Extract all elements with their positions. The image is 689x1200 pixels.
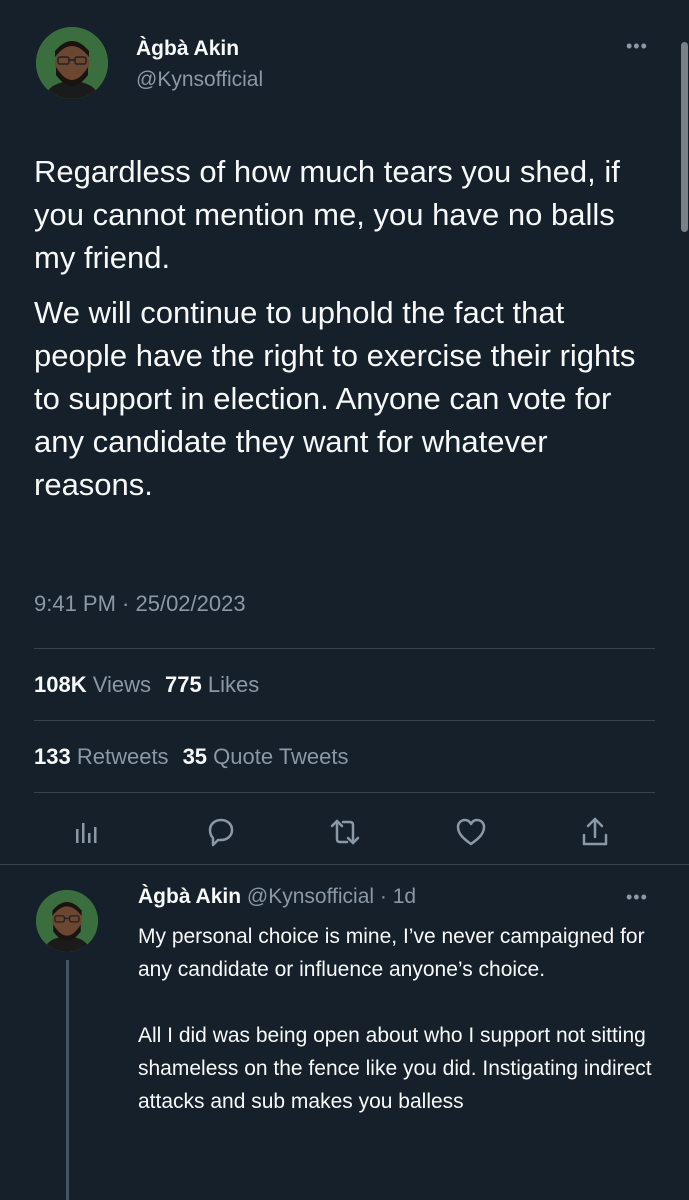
likes-count: 775 <box>165 672 202 697</box>
share-icon[interactable] <box>578 815 612 849</box>
reply-avatar[interactable] <box>36 890 98 952</box>
retweets-stat[interactable]: 133 Retweets <box>34 744 169 769</box>
likes-stat[interactable]: 775 Likes <box>165 672 259 697</box>
retweets-count: 133 <box>34 744 71 769</box>
retweets-label: Retweets <box>76 744 169 769</box>
views-count: 108K <box>34 672 87 697</box>
more-options-icon[interactable]: ••• <box>626 36 648 57</box>
reply-icon[interactable] <box>204 815 238 849</box>
tweet-paragraph: Regardless of how much tears you shed, i… <box>34 154 620 275</box>
quotes-label: Quote Tweets <box>213 744 349 769</box>
reply-age[interactable]: 1d <box>393 885 416 908</box>
tweet-timestamp[interactable]: 9:41 PM · 25/02/2023 <box>34 591 246 617</box>
reply-header: Àgbà Akin @Kynsofficial · 1d <box>138 885 416 909</box>
quotes-count: 35 <box>182 744 208 769</box>
avatar-image <box>36 890 98 952</box>
reply-more-options-icon[interactable]: ••• <box>626 887 648 908</box>
divider <box>34 792 655 793</box>
avatar[interactable] <box>36 27 108 99</box>
views-stat[interactable]: 108K Views <box>34 672 151 697</box>
avatar-image <box>36 27 108 99</box>
reply-text: My personal choice is mine, I’ve never c… <box>138 925 652 1113</box>
divider <box>34 648 655 649</box>
scrollbar[interactable] <box>681 42 688 232</box>
views-likes-stats: 108K Views 775 Likes <box>34 672 259 698</box>
reply-separator: · <box>374 885 393 908</box>
thread-line <box>66 960 69 1200</box>
analytics-icon[interactable] <box>70 815 104 849</box>
author-name[interactable]: Àgbà Akin <box>136 37 239 61</box>
reply-author-name[interactable]: Àgbà Akin <box>138 885 241 908</box>
views-label: Views <box>92 672 152 697</box>
author-handle[interactable]: @Kynsofficial <box>136 68 263 92</box>
retweet-icon[interactable] <box>328 815 362 849</box>
divider <box>34 720 655 721</box>
tweet-paragraph: We will continue to uphold the fact that… <box>34 295 636 502</box>
like-icon[interactable] <box>454 815 488 849</box>
divider <box>0 864 689 865</box>
likes-label: Likes <box>207 672 260 697</box>
quote-tweets-stat[interactable]: 35 Quote Tweets <box>183 744 349 769</box>
action-bar <box>70 815 610 849</box>
tweet-text: Regardless of how much tears you shed, i… <box>34 150 654 518</box>
retweet-quote-stats: 133 Retweets 35 Quote Tweets <box>34 744 349 770</box>
reply-author-handle[interactable]: @Kynsofficial <box>247 885 374 908</box>
